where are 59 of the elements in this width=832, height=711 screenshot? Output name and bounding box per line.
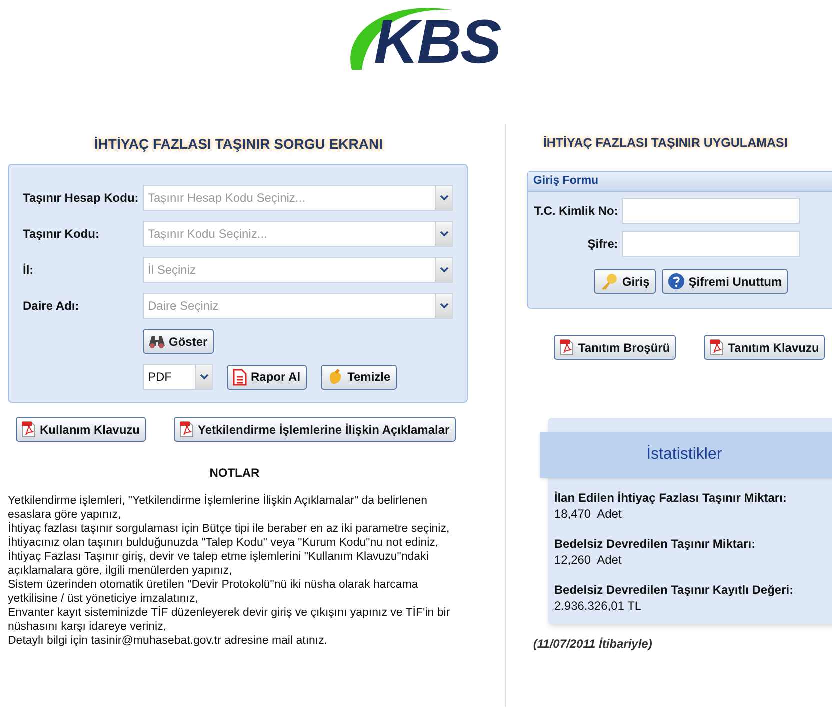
dropdown-arrow-button[interactable]	[435, 294, 452, 318]
help-icon	[668, 273, 685, 290]
input-field[interactable]	[622, 231, 800, 257]
show-button[interactable]: Göster	[143, 329, 214, 354]
field-label: İl:	[23, 262, 35, 279]
note-text: Yetkilendirme işlemleri, "Yetkilendirme İşlemlerine İlişkin Açıklamalar" da belirlenen esaslara göre yapınız,	[8, 494, 429, 522]
page-heading: İHTİYAÇ FAZLASI TAŞINIR UYGULAMASI	[543, 135, 789, 152]
field-label: Daire Adı:	[23, 298, 80, 315]
stat-value: 12,260 Adet	[554, 552, 623, 568]
field-label: Taşınır Hesap Kodu:	[23, 190, 140, 207]
note-text: İhtiyaç fazlası taşınır sorgulaması için Bütçe tipi ile beraber en az iki parametre seçiniz,	[8, 522, 451, 536]
chevron-down-icon	[200, 374, 208, 380]
note-text: Sistem üzerinden otomatik üretilen "Devir Protokolü"nü iki nüsha olarak harcama yetkilisine / üst yöneticiye imzalatınız,	[8, 578, 420, 606]
document-icon	[233, 368, 247, 386]
input-field[interactable]	[622, 198, 800, 224]
stats-title: İstatistikler	[646, 444, 722, 465]
field-label: Taşınır Kodu:	[23, 226, 100, 243]
login-button[interactable]: Giriş	[594, 269, 656, 294]
dropdown-arrow-button[interactable]	[435, 186, 452, 210]
date-note: (11/07/2011 İtibariyle)	[533, 637, 652, 651]
stat-label: Bedelsiz Devredilen Taşınır Kayıtlı Değeri:	[554, 582, 795, 598]
chevron-down-icon	[440, 195, 448, 201]
guide-button[interactable]: Kullanım Klavuzu	[16, 417, 146, 442]
logo: KBS	[346, 2, 506, 82]
dropdown-field[interactable]: Taşınır Hesap Kodu Seçiniz...	[143, 185, 453, 211]
dropdown-arrow-button[interactable]	[435, 222, 452, 246]
pdf-file-icon	[560, 339, 574, 356]
dropdown-field[interactable]: Taşınır Kodu Seçiniz...	[143, 221, 453, 247]
note-text: İhtiyacınız olan taşınırı bulduğunuzda "Talep Kodu" veya "Kurum Kodu"nu not ediniz,	[8, 536, 440, 550]
page-heading: İHTİYAÇ FAZLASI TAŞINIR SORGU EKRANI	[94, 135, 383, 154]
stat-label: İlan Edilen İhtiyaç Fazlası Taşınır Miktarı:	[554, 490, 788, 506]
stat-value: 18,470 Adet	[554, 506, 623, 522]
stat-label: Bedelsiz Devredilen Taşınır Miktarı:	[554, 536, 757, 552]
form-legend: Giriş Formu	[533, 172, 599, 190]
dropdown-field[interactable]: Daire Seçiniz	[143, 293, 453, 319]
report-button[interactable]: Rapor Al	[227, 364, 307, 390]
note-text: Detaylı bilgi için tasinir@muhasebat.gov.tr adresine mail atınız.	[8, 634, 329, 648]
pdf-file-icon	[22, 421, 36, 438]
guide-button[interactable]: Yetkilendirme İşlemlerine İlişkin Açıklamalar	[174, 417, 456, 442]
brochure-button[interactable]: Tanıtım Klavuzu	[704, 335, 826, 360]
binoculars-icon	[149, 334, 165, 348]
notes-heading: NOTLAR	[210, 465, 260, 482]
note-text: İhtiyaç Fazlası Taşınır giriş, devir ve talep etme işlemlerini "Kullanım Klavuzu"ndaki açıklamalara göre, ilgili menülerden yapınız,	[8, 550, 430, 578]
chevron-down-icon	[440, 231, 448, 237]
pdf-file-icon	[180, 421, 194, 438]
clear-button[interactable]: Temizle	[320, 364, 397, 390]
field-label: Şifre:	[586, 236, 620, 253]
chevron-down-icon	[440, 267, 448, 273]
format-dropdown[interactable]: PDF	[143, 364, 213, 390]
chevron-down-icon	[440, 303, 448, 309]
field-label: T.C. Kimlik No:	[533, 203, 620, 220]
forgot-password-button[interactable]: Şifremi Unuttum	[662, 269, 788, 294]
stat-value: 2.936.326,01 TL	[554, 598, 643, 614]
note-text: Envanter kayıt sisteminizde TİF düzenleyerek devir giriş ve çıkışını yapınız ve TİF'in bir nüshasını karşı idareye veriniz,	[8, 606, 452, 634]
dropdown-arrow-button[interactable]	[435, 258, 452, 282]
brochure-button[interactable]: Tanıtım Broşürü	[554, 335, 676, 360]
key-icon	[600, 272, 618, 290]
dropdown-field[interactable]: İl Seçiniz	[143, 257, 453, 283]
pdf-file-icon	[710, 339, 724, 356]
